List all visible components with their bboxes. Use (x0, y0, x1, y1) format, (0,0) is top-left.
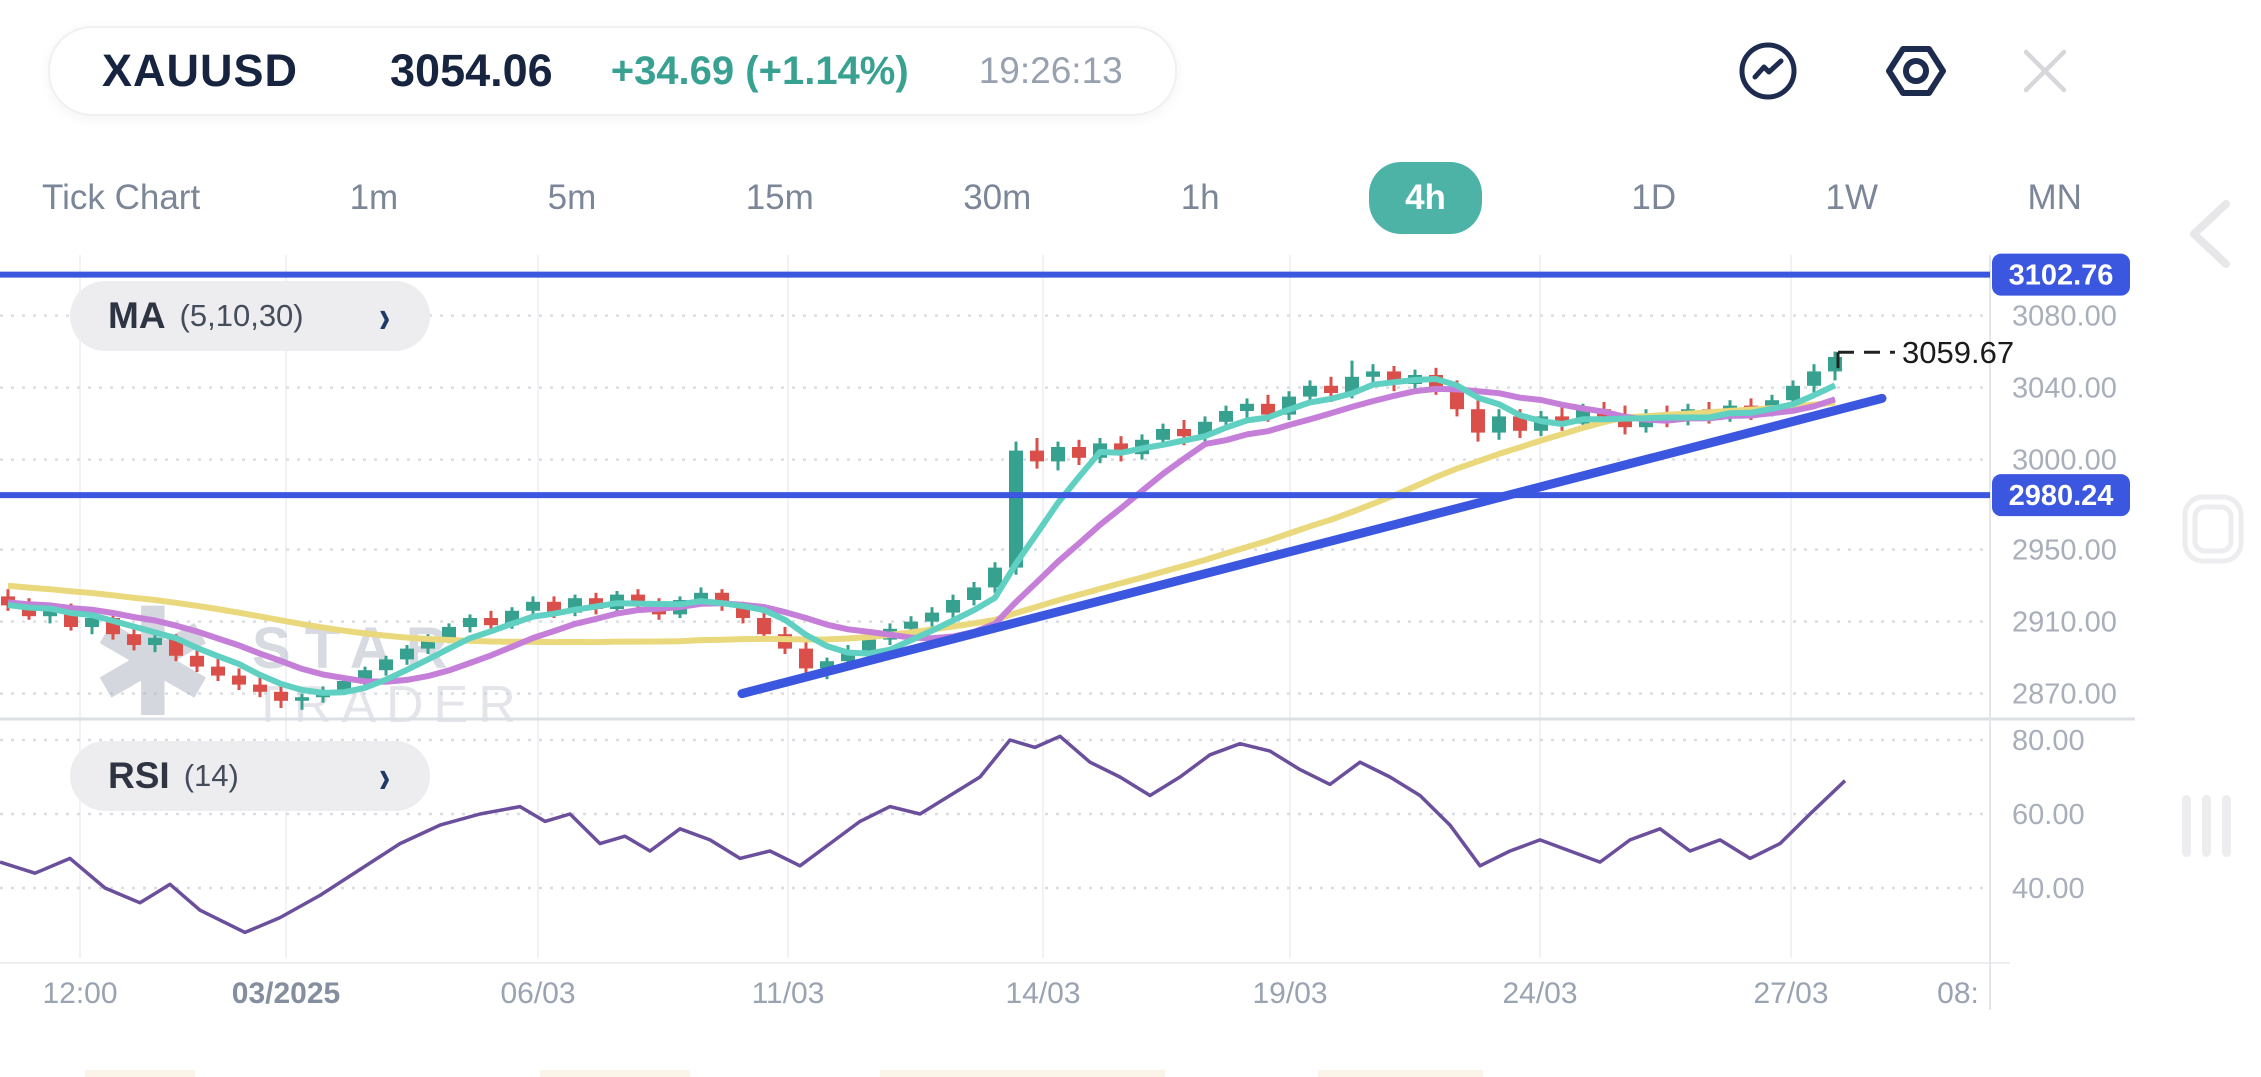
svg-text:19/03: 19/03 (1252, 977, 1327, 1010)
chart-type-button[interactable] (1737, 40, 1799, 102)
svg-text:60.00: 60.00 (2012, 799, 2085, 831)
tab-1m[interactable]: 1m (350, 178, 399, 218)
svg-text:3040.00: 3040.00 (2012, 373, 2117, 405)
svg-text:2950.00: 2950.00 (2012, 535, 2117, 567)
bottom-strip (880, 1070, 1165, 1077)
tab-15m[interactable]: 15m (746, 178, 814, 218)
svg-text:3059.67: 3059.67 (1902, 335, 2014, 370)
svg-text:12:00: 12:00 (42, 977, 117, 1010)
svg-text:14/03: 14/03 (1005, 977, 1080, 1010)
svg-text:27/03: 27/03 (1753, 977, 1828, 1010)
svg-text:3000.00: 3000.00 (2012, 445, 2117, 477)
collapse-panel-button[interactable] (2180, 196, 2244, 277)
svg-text:3102.76: 3102.76 (2009, 260, 2114, 292)
svg-text:2910.00: 2910.00 (2012, 607, 2117, 639)
tab-1h[interactable]: 1h (1181, 178, 1220, 218)
tab-4h[interactable]: 4h (1369, 162, 1482, 234)
svg-text:2980.24: 2980.24 (2009, 480, 2114, 512)
rsi-label: RSI (108, 755, 170, 797)
chevron-right-icon: › (379, 293, 390, 339)
svg-text:08:: 08: (1937, 977, 1979, 1010)
tab-1d[interactable]: 1D (1631, 178, 1676, 218)
ma-indicator-button[interactable]: MA (5,10,30) › (70, 281, 430, 351)
ma30-line (8, 403, 1835, 643)
svg-text:3080.00: 3080.00 (2012, 301, 2117, 333)
last-price: 3054.06 (390, 45, 553, 97)
settings-button[interactable] (1885, 40, 1947, 102)
server-time: 19:26:13 (979, 50, 1123, 92)
drawing-tool-button[interactable] (2180, 492, 2246, 571)
trend-circle-icon (1737, 40, 1799, 102)
svg-text:06/03: 06/03 (500, 977, 575, 1010)
tab-tick-chart[interactable]: Tick Chart (42, 178, 200, 218)
last-price-marker: 3059.67 (1838, 335, 2014, 370)
panel-handle[interactable] (2182, 795, 2234, 862)
rsi-indicator-button[interactable]: RSI (14) › (70, 741, 430, 811)
trend-line (742, 398, 1882, 693)
trading-app: ✱STARTRADER3102.762980.243080.003040.003… (0, 0, 2261, 1077)
hexagon-nut-icon (1885, 40, 1947, 102)
bottom-strip (1318, 1070, 1483, 1077)
triple-bars-icon (2182, 795, 2234, 857)
close-button[interactable] (2014, 40, 2076, 102)
close-icon (2014, 40, 2076, 102)
tab-mn[interactable]: MN (2027, 178, 2081, 218)
tab-30m[interactable]: 30m (963, 178, 1031, 218)
svg-text:80.00: 80.00 (2012, 725, 2085, 757)
rounded-square-icon (2180, 492, 2246, 566)
chevron-left-icon (2180, 196, 2244, 272)
chevron-right-icon: › (379, 753, 390, 799)
watermark: ✱STARTRADER (90, 579, 526, 747)
rsi-params: (14) (184, 758, 239, 794)
ma-params: (5,10,30) (180, 298, 304, 334)
svg-text:11/03: 11/03 (752, 977, 825, 1010)
svg-text:24/03: 24/03 (1502, 977, 1577, 1010)
bottom-strip (85, 1070, 195, 1077)
tab-1w[interactable]: 1W (1826, 178, 1879, 218)
svg-text:03/2025: 03/2025 (232, 977, 340, 1010)
gridlines (0, 255, 1990, 958)
ma-label: MA (108, 295, 166, 337)
svg-text:40.00: 40.00 (2012, 873, 2085, 905)
symbol-name: XAUUSD (102, 45, 298, 97)
timeframe-tabs: Tick Chart 1m 5m 15m 30m 1h 4h 1D 1W MN (42, 158, 2082, 238)
price-change: +34.69 (+1.14%) (611, 49, 909, 94)
symbol-header: XAUUSD 3054.06 +34.69 (+1.14%) 19:26:13 (48, 26, 1177, 116)
bottom-strip (540, 1070, 690, 1077)
tab-5m[interactable]: 5m (548, 178, 597, 218)
svg-text:2870.00: 2870.00 (2012, 679, 2117, 711)
